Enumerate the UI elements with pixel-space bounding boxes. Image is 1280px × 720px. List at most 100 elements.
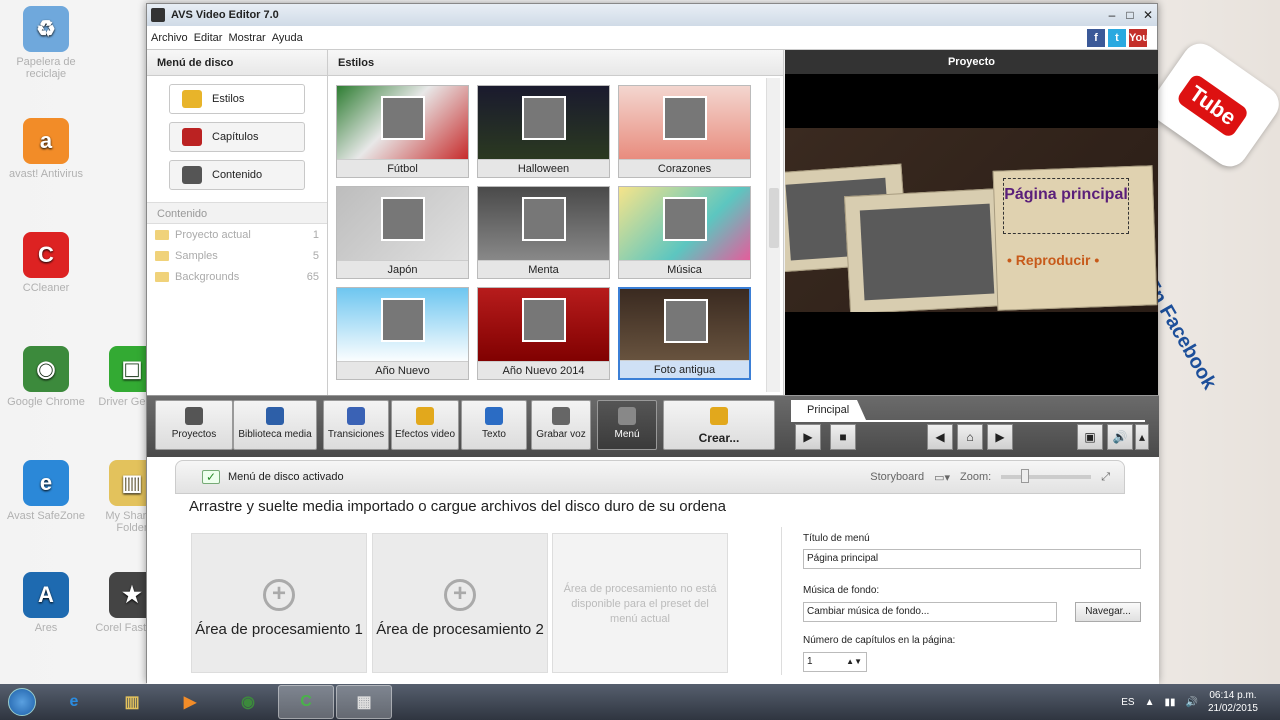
chapters-stepper[interactable]: 1 ▲▼	[803, 652, 867, 672]
volume-tray-icon[interactable]: 🔊	[1185, 697, 1197, 708]
minimize-button[interactable]: –	[1103, 6, 1121, 24]
transitions-button[interactable]: Transiciones	[323, 400, 389, 450]
record-voice-button[interactable]: Grabar voz	[531, 400, 591, 450]
media-player-taskbar-icon[interactable]: ▶	[162, 685, 218, 719]
taskbar: e ▥ ▶ ◉ C ▦ ES ▲ ▮▮ 🔊 06:14 p.m. 21/02/2…	[0, 684, 1280, 720]
desktop-icon[interactable]: C CCleaner	[6, 232, 86, 294]
explorer-taskbar-icon[interactable]: ▥	[104, 685, 160, 719]
zoom-slider-knob[interactable]	[1021, 469, 1030, 483]
style-tile[interactable]: Japón	[336, 186, 469, 279]
fit-icon[interactable]: ⤢	[1101, 471, 1110, 484]
desktop-icon[interactable]: e Avast SafeZone	[6, 460, 86, 522]
content-row[interactable]: Proyecto actual 1	[147, 224, 327, 245]
projects-button[interactable]: Proyectos	[155, 400, 233, 450]
menu-editar[interactable]: Editar	[194, 32, 223, 44]
storyboard-toggle[interactable]: Storyboard	[870, 471, 924, 483]
stepper-arrows-icon[interactable]: ▲▼	[846, 653, 862, 671]
close-button[interactable]: ✕	[1139, 6, 1157, 24]
network-icon[interactable]: ▮▮	[1164, 697, 1175, 708]
avs-taskbar-icon[interactable]: ▦	[336, 685, 392, 719]
home-button[interactable]: ⌂	[957, 424, 983, 450]
content-row[interactable]: Samples 5	[147, 245, 327, 266]
stop-button[interactable]: ■	[830, 424, 856, 450]
processing-area-2[interactable]: + Área de procesamiento 2	[372, 533, 548, 673]
menu-ayuda[interactable]: Ayuda	[272, 32, 303, 44]
twitter-icon[interactable]: t	[1108, 29, 1126, 47]
content-row-count: 5	[312, 249, 319, 262]
add-icon: +	[444, 579, 476, 611]
prev-button[interactable]: ◀	[927, 424, 953, 450]
content-row-label: Proyecto actual	[175, 228, 251, 241]
style-tile[interactable]: Corazones	[618, 85, 751, 178]
volume-button[interactable]: 🔊	[1107, 424, 1133, 450]
clock[interactable]: 06:14 p.m. 21/02/2015	[1208, 689, 1258, 715]
desktop-icon[interactable]: ♻ Papelera de reciclaje	[6, 6, 86, 80]
menu-title-text[interactable]: Página principal	[1003, 178, 1129, 234]
text-button[interactable]: Texto	[461, 400, 527, 450]
toolbar-button-label: Crear...	[698, 431, 740, 445]
play-button-text[interactable]: • Reproducir •	[1007, 252, 1099, 268]
desktop-icon[interactable]: a avast! Antivirus	[6, 118, 86, 180]
processing-area-label: Área de procesamiento 1	[195, 621, 363, 638]
create-icon	[710, 407, 728, 425]
disc-menu-button-label: Contenido	[212, 169, 263, 181]
ie-taskbar-icon[interactable]: e	[46, 685, 102, 719]
tray-expand-icon[interactable]: ▲	[1145, 697, 1155, 708]
transitions-icon	[347, 407, 365, 425]
disc-menu-button-0[interactable]: Estilos	[169, 84, 305, 114]
menu-button[interactable]: Menú	[597, 400, 657, 450]
zoom-slider[interactable]	[1001, 469, 1092, 483]
menu-mostrar[interactable]: Mostrar	[228, 32, 265, 44]
camtasia-taskbar-icon[interactable]: C	[278, 685, 334, 719]
chrome-taskbar-icon[interactable]: ◉	[220, 685, 276, 719]
browse-button[interactable]: Navegar...	[1075, 602, 1141, 622]
video-effects-button[interactable]: Efectos video	[391, 400, 459, 450]
media-library-button[interactable]: Biblioteca media	[233, 400, 317, 450]
folder-icon	[155, 229, 169, 240]
volume-dropdown[interactable]: ▴	[1135, 424, 1149, 450]
music-field[interactable]: Cambiar música de fondo...	[803, 602, 1057, 622]
menu-title-label: Título de menú	[803, 533, 870, 544]
styles-scrollbar[interactable]	[766, 78, 780, 392]
menu-title-field[interactable]: Página principal	[803, 549, 1141, 569]
papelera-de-reciclaje-icon: ♻	[23, 6, 69, 52]
create-button[interactable]: Crear...	[663, 400, 775, 450]
style-tile[interactable]: Menta	[477, 186, 610, 279]
menu-preview-scene[interactable]: Página principal • Reproducir •	[785, 128, 1158, 312]
processing-area-1[interactable]: + Área de procesamiento 1	[191, 533, 367, 673]
next-button[interactable]: ▶	[987, 424, 1013, 450]
style-tile[interactable]: Año Nuevo	[336, 287, 469, 380]
content-row[interactable]: Backgrounds 65	[147, 266, 327, 287]
maximize-button[interactable]: □	[1121, 6, 1139, 24]
disc-menu-button-label: Capítulos	[212, 131, 259, 143]
youtube-icon[interactable]: You	[1129, 29, 1149, 47]
ccleaner-icon: C	[23, 232, 69, 278]
styles-icon	[182, 90, 202, 108]
facebook-icon[interactable]: f	[1087, 29, 1105, 47]
play-button[interactable]: ▶	[795, 424, 821, 450]
style-tile[interactable]: Año Nuevo 2014	[477, 287, 610, 380]
ares-icon: A	[23, 572, 69, 618]
style-tile[interactable]: Foto antigua	[618, 287, 751, 380]
timeline-tab-principal[interactable]: Principal	[791, 400, 866, 420]
media-library-icon	[266, 407, 284, 425]
placeholder-photo-icon	[663, 197, 707, 241]
menu-archivo[interactable]: Archivo	[151, 32, 188, 44]
monitor-icon[interactable]: ▭▾	[934, 471, 950, 484]
language-indicator[interactable]: ES	[1121, 697, 1134, 708]
disc-menu-button-2[interactable]: Contenido	[169, 160, 305, 190]
fullscreen-button[interactable]: ▣	[1077, 424, 1103, 450]
content-section-title: Contenido	[147, 202, 327, 224]
desktop-icon[interactable]: ◉ Google Chrome	[6, 346, 86, 408]
start-button[interactable]	[0, 684, 44, 720]
disc-menu-button-1[interactable]: Capítulos	[169, 122, 305, 152]
desktop-icon[interactable]: A Ares	[6, 572, 86, 634]
menu-bar: Archivo Editar Mostrar Ayuda f t You	[147, 26, 1157, 50]
chapters-icon	[182, 128, 202, 146]
style-tile-label: Año Nuevo	[337, 361, 468, 379]
style-tile[interactable]: Fútbol	[336, 85, 469, 178]
style-tile[interactable]: Halloween	[477, 85, 610, 178]
style-tile[interactable]: Música	[618, 186, 751, 279]
status-text: Menú de disco activado	[228, 471, 344, 483]
scroll-thumb[interactable]	[769, 188, 779, 248]
